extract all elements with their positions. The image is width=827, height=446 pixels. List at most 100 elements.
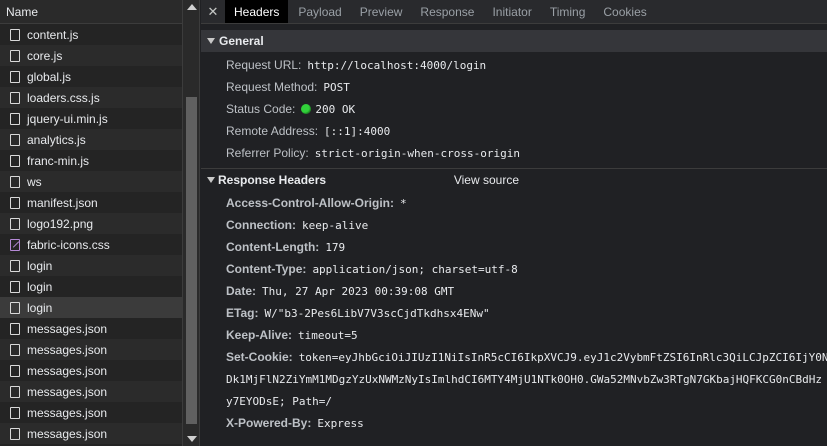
set-cookie-continuation-row: y7EYODsE; Path=/ bbox=[201, 390, 827, 412]
request-list-item[interactable]: manifest.json bbox=[0, 192, 182, 213]
name-column-label: Name bbox=[6, 4, 39, 19]
request-method-value: POST bbox=[323, 80, 350, 94]
request-details-panel: ✕ Headers Payload Preview Response Initi… bbox=[201, 0, 827, 446]
request-name: messages.json bbox=[27, 384, 108, 399]
file-icon bbox=[10, 217, 20, 230]
tab-cookies[interactable]: Cookies bbox=[595, 0, 654, 23]
content-length-header-key: Content-Length: bbox=[226, 240, 320, 254]
request-name: manifest.json bbox=[27, 195, 98, 210]
response-headers-section-header[interactable]: Response Headers View source bbox=[201, 168, 827, 190]
keep-alive-header-value: timeout=5 bbox=[298, 328, 358, 342]
tab-headers[interactable]: Headers bbox=[225, 0, 289, 23]
request-list-item[interactable]: login bbox=[0, 276, 182, 297]
connection-header-row: Connection: keep-alive bbox=[201, 214, 827, 236]
request-list-item[interactable]: logo192.png bbox=[0, 213, 182, 234]
response-headers-body: Access-Control-Allow-Origin: * Connectio… bbox=[201, 190, 827, 434]
tab-initiator[interactable]: Initiator bbox=[484, 0, 539, 23]
tab-preview[interactable]: Preview bbox=[352, 0, 411, 23]
request-method-key: Request Method: bbox=[226, 80, 318, 94]
file-icon bbox=[10, 112, 20, 125]
file-icon bbox=[10, 175, 20, 188]
connection-header-key: Connection: bbox=[226, 218, 296, 232]
set-cookie-header-row: Set-Cookie: token=eyJhbGciOiJIUzI1NiIsIn… bbox=[201, 346, 827, 368]
acao-header-key: Access-Control-Allow-Origin: bbox=[226, 196, 395, 210]
file-icon bbox=[10, 49, 20, 62]
request-name: analytics.js bbox=[27, 132, 86, 147]
content-length-header-row: Content-Length: 179 bbox=[201, 236, 827, 258]
request-list-item[interactable]: analytics.js bbox=[0, 129, 182, 150]
request-name: messages.json bbox=[27, 405, 108, 420]
content-type-header-value: application/json; charset=utf-8 bbox=[312, 262, 518, 276]
request-list-scrollbar[interactable] bbox=[182, 0, 199, 446]
request-list-item[interactable]: franc-min.js bbox=[0, 150, 182, 171]
tab-response[interactable]: Response bbox=[412, 0, 482, 23]
request-url-value: http://localhost:4000/login bbox=[307, 58, 487, 72]
etag-header-key: ETag: bbox=[226, 306, 259, 320]
remote-address-value: [::1]:4000 bbox=[324, 124, 391, 138]
file-icon bbox=[10, 301, 20, 314]
request-name: franc-min.js bbox=[27, 153, 90, 168]
tab-payload[interactable]: Payload bbox=[290, 0, 349, 23]
request-list-item[interactable]: jquery-ui.min.js bbox=[0, 108, 182, 129]
request-method-row: Request Method: POST bbox=[201, 76, 827, 98]
scroll-up-arrow-icon[interactable] bbox=[187, 4, 197, 10]
request-name: content.js bbox=[27, 27, 79, 42]
file-icon bbox=[10, 322, 20, 335]
request-list-item[interactable]: content.js bbox=[0, 24, 182, 45]
general-section-body: Request URL: http://localhost:4000/login… bbox=[201, 52, 827, 168]
request-name: messages.json bbox=[27, 426, 108, 441]
tab-timing[interactable]: Timing bbox=[542, 0, 594, 23]
status-code-key: Status Code: bbox=[226, 102, 296, 116]
status-ok-dot-icon bbox=[301, 104, 312, 114]
request-name: login bbox=[27, 300, 53, 315]
request-list-item[interactable]: global.js bbox=[0, 66, 182, 87]
content-type-header-row: Content-Type: application/json; charset=… bbox=[201, 258, 827, 280]
request-list-item[interactable]: fabric-icons.css bbox=[0, 234, 182, 255]
request-list-item[interactable]: messages.json bbox=[0, 402, 182, 423]
scrollbar-thumb[interactable] bbox=[186, 97, 197, 424]
request-name: jquery-ui.min.js bbox=[27, 111, 108, 126]
request-list-panel: Name content.js core.js global.js loaders.c… bbox=[0, 0, 200, 446]
remote-address-key: Remote Address: bbox=[226, 124, 319, 138]
file-icon bbox=[10, 385, 20, 398]
request-name: messages.json bbox=[27, 321, 108, 336]
request-name: global.js bbox=[27, 69, 72, 84]
referrer-policy-row: Referrer Policy: strict-origin-when-cros… bbox=[201, 142, 827, 164]
response-headers-title: Response Headers bbox=[218, 172, 327, 187]
request-list-item[interactable]: messages.json bbox=[0, 318, 182, 339]
keep-alive-header-key: Keep-Alive: bbox=[226, 328, 293, 342]
name-column-header[interactable]: Name bbox=[0, 0, 199, 24]
request-list-item[interactable]: messages.json bbox=[0, 339, 182, 360]
acao-header-row: Access-Control-Allow-Origin: * bbox=[201, 192, 827, 214]
set-cookie-value-line-3: y7EYODsE; Path=/ bbox=[226, 394, 332, 408]
file-icon bbox=[10, 427, 20, 440]
x-powered-by-header-row: X-Powered-By: Express bbox=[201, 412, 827, 434]
request-list-item[interactable]: login bbox=[0, 255, 182, 276]
x-powered-by-header-value: Express bbox=[317, 416, 364, 430]
request-list: content.js core.js global.js loaders.css.js… bbox=[0, 24, 182, 444]
date-header-row: Date: Thu, 27 Apr 2023 00:39:08 GMT bbox=[201, 280, 827, 302]
x-powered-by-header-key: X-Powered-By: bbox=[226, 416, 312, 430]
file-icon bbox=[10, 196, 20, 209]
request-list-item[interactable]: loaders.css.js bbox=[0, 87, 182, 108]
acao-header-value: * bbox=[400, 196, 407, 210]
request-name: login bbox=[27, 258, 53, 273]
file-icon bbox=[10, 91, 20, 104]
status-code-row: Status Code: 200 OK bbox=[201, 98, 827, 120]
request-list-item[interactable]: ws bbox=[0, 171, 182, 192]
request-list-item[interactable]: login bbox=[0, 297, 182, 318]
general-section-header[interactable]: General bbox=[201, 30, 827, 52]
request-name: login bbox=[27, 279, 53, 294]
close-details-icon[interactable]: ✕ bbox=[201, 0, 225, 23]
connection-header-value: keep-alive bbox=[302, 218, 369, 232]
request-list-item[interactable]: messages.json bbox=[0, 381, 182, 402]
view-source-link[interactable]: View source bbox=[454, 173, 519, 187]
request-list-item[interactable]: messages.json bbox=[0, 423, 182, 444]
set-cookie-value-line-2: Dk1MjFlN2ZiYmM1MDgzYzUxNWMzNyIsImlhdCI6M… bbox=[226, 372, 823, 386]
request-list-item[interactable]: messages.json bbox=[0, 360, 182, 381]
request-list-item[interactable]: core.js bbox=[0, 45, 182, 66]
scroll-down-arrow-icon[interactable] bbox=[187, 436, 197, 442]
request-name: loaders.css.js bbox=[27, 90, 100, 105]
file-icon bbox=[10, 364, 20, 377]
expand-triangle-icon bbox=[207, 38, 215, 44]
